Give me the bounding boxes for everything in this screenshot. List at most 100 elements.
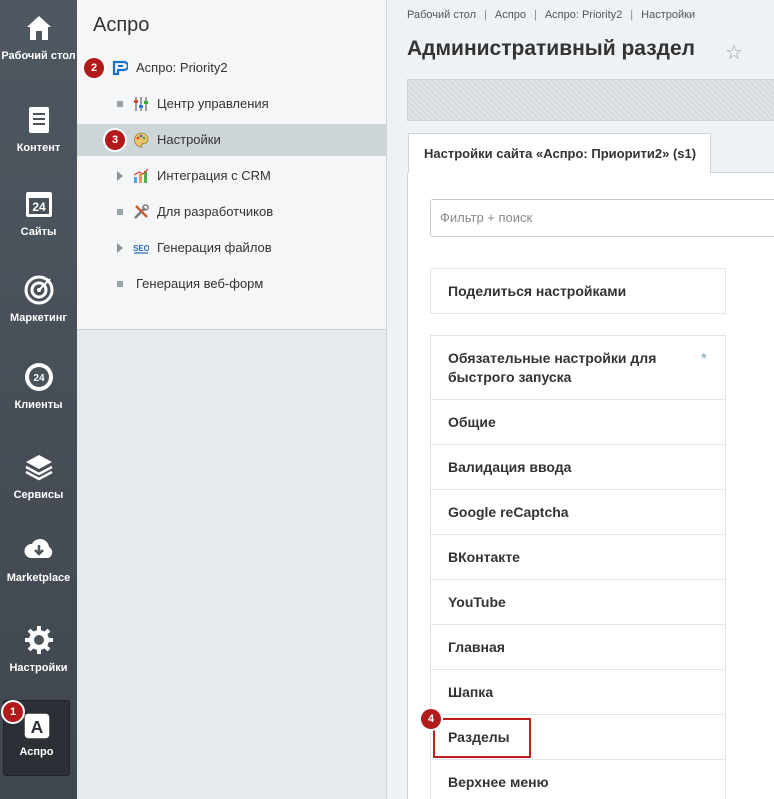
settings-list-item[interactable]: Google reCaptcha	[431, 490, 725, 535]
settings-list-item-sections[interactable]: 4 Разделы	[421, 709, 725, 760]
menu-title: Аспро	[93, 14, 150, 36]
home-icon	[26, 16, 51, 40]
settings-list-item[interactable]: Главная	[431, 625, 725, 670]
breadcrumb-item[interactable]: Настройки	[641, 9, 695, 21]
nav-content[interactable]: Контент	[0, 104, 77, 154]
settings-list-item[interactable]: Общие	[431, 400, 725, 445]
toolbar	[407, 79, 774, 121]
list-item-label: Обязательные настройки для быстрого запу…	[448, 350, 657, 385]
nav-content-label: Контент	[16, 142, 61, 154]
nav-settings[interactable]: Настройки	[0, 624, 77, 674]
menu-item-label: Генерация файлов	[157, 240, 272, 255]
calendar-24-icon: 24	[25, 192, 52, 217]
menu-item-file-generation[interactable]: SEO Генерация файлов	[77, 232, 386, 264]
step-badge-1: 1	[3, 702, 23, 722]
menu-panel: Аспро 2 Аспро: Priority2 Центр управлени…	[77, 0, 386, 330]
settings-content: Фильтр + поиск Поделиться настройками Об…	[407, 173, 774, 799]
list-item-label: ВКонтакте	[448, 549, 520, 565]
nav-sites[interactable]: 24 Сайты	[0, 188, 77, 238]
favorite-star-icon[interactable]: ☆	[725, 40, 743, 65]
menu-item-label: Генерация веб-форм	[136, 276, 264, 291]
settings-list-item[interactable]: YouTube	[431, 580, 725, 625]
tab-site-settings[interactable]: Настройки сайта «Аспро: Приорити2» (s1)	[408, 133, 711, 173]
layers-icon	[24, 455, 53, 481]
bullet-icon	[117, 281, 123, 287]
page-title: Административный раздел	[407, 37, 696, 60]
nav-aspro-label: Аспро	[19, 746, 54, 758]
step-badge-2: 2	[84, 58, 104, 78]
nav-marketing-label: Маркетинг	[10, 312, 67, 324]
svg-text:A: A	[30, 717, 43, 737]
nav-marketing[interactable]: Маркетинг	[0, 274, 77, 324]
nav-settings-label: Настройки	[9, 662, 68, 674]
menu-item-label: Интеграция с CRM	[157, 168, 271, 183]
main-area: Рабочий стол | Аспро | Аспро: Priority2 | Наст…	[387, 0, 774, 799]
filter-search-input[interactable]: Фильтр + поиск	[430, 199, 774, 237]
settings-list: Обязательные настройки для быстрого запу…	[421, 335, 726, 799]
bullet-icon	[117, 101, 123, 107]
breadcrumb-item[interactable]: Рабочий стол	[407, 9, 476, 21]
document-icon	[28, 107, 49, 133]
menu-item-aspro-priority2[interactable]: 2 Аспро: Priority2	[77, 52, 386, 84]
svg-text:SEO: SEO	[133, 244, 149, 253]
bullet-icon	[117, 209, 123, 215]
target-icon	[24, 275, 53, 305]
section-menu: Аспро 2 Аспро: Priority2 Центр управлени…	[77, 0, 387, 799]
list-item-label: Валидация ввода	[448, 459, 572, 475]
nav-sites-label: Сайты	[20, 226, 57, 238]
menu-item-settings[interactable]: 3 Настройки	[77, 124, 386, 156]
nav-marketplace-label: Marketplace	[6, 572, 71, 584]
palette-icon	[134, 132, 149, 148]
share-settings-button[interactable]: Поделиться настройками	[430, 268, 726, 314]
cloud-download-icon	[23, 539, 52, 558]
sliders-icon	[134, 97, 148, 111]
nav-services[interactable]: Сервисы	[0, 451, 77, 501]
clients-24-icon: 24	[24, 363, 53, 391]
nav-marketplace[interactable]: Marketplace	[0, 534, 77, 584]
expand-arrow-icon[interactable]	[117, 243, 123, 253]
priority-logo-icon	[112, 60, 128, 76]
required-asterisk: *	[700, 351, 707, 368]
breadcrumb-item[interactable]: Аспро: Priority2	[545, 9, 622, 21]
svg-text:24: 24	[32, 200, 46, 214]
menu-item-developers[interactable]: Для разработчиков	[77, 196, 386, 228]
menu-item-label: Аспро: Priority2	[136, 60, 228, 75]
menu-item-webform-generation[interactable]: Генерация веб-форм	[77, 268, 386, 300]
list-item-label: Google reCaptcha	[448, 504, 569, 520]
menu-item-label: Настройки	[157, 132, 221, 147]
nav-services-label: Сервисы	[13, 489, 64, 501]
chart-icon	[133, 168, 149, 183]
menu-item-crm-integration[interactable]: Интеграция с CRM	[77, 160, 386, 192]
settings-list-item[interactable]: ВКонтакте	[431, 535, 725, 580]
list-item-label: Главная	[448, 639, 505, 655]
tools-icon	[134, 204, 149, 219]
nav-desktop-label: Рабочий стол	[1, 50, 76, 62]
left-navigation-bar: Рабочий стол Контент 24 Сайты Маркетинг	[0, 0, 77, 799]
highlight-box	[433, 718, 531, 758]
settings-list-item[interactable]: Обязательные настройки для быстрого запу…	[431, 336, 725, 400]
breadcrumb-item[interactable]: Аспро	[495, 9, 526, 21]
settings-list-item[interactable]: Верхнее меню	[431, 760, 725, 799]
settings-list-item[interactable]: Валидация ввода	[431, 445, 725, 490]
list-item-label: Общие	[448, 414, 496, 430]
seo-icon: SEO	[133, 244, 149, 254]
nav-desktop[interactable]: Рабочий стол	[0, 12, 77, 62]
menu-item-control-center[interactable]: Центр управления	[77, 88, 386, 120]
expand-arrow-icon[interactable]	[117, 171, 123, 181]
menu-item-label: Для разработчиков	[157, 204, 274, 219]
aspro-a-icon: A	[24, 713, 49, 739]
step-badge-4: 4	[421, 709, 441, 729]
nav-clients-label: Клиенты	[14, 399, 63, 411]
breadcrumb-separator: |	[484, 9, 487, 21]
breadcrumb-separator: |	[630, 9, 634, 21]
nav-clients[interactable]: 24 Клиенты	[0, 361, 77, 411]
list-item-label: Верхнее меню	[448, 774, 549, 790]
list-item-label: Шапка	[448, 684, 494, 700]
gear-icon	[24, 626, 53, 654]
list-item-label: YouTube	[448, 594, 506, 610]
breadcrumb: Рабочий стол | Аспро | Аспро: Priority2 | Наст…	[407, 9, 695, 21]
step-badge-3: 3	[105, 130, 125, 150]
svg-text:24: 24	[33, 373, 45, 384]
breadcrumb-separator: |	[533, 9, 537, 21]
settings-list-item[interactable]: Шапка	[431, 670, 725, 715]
